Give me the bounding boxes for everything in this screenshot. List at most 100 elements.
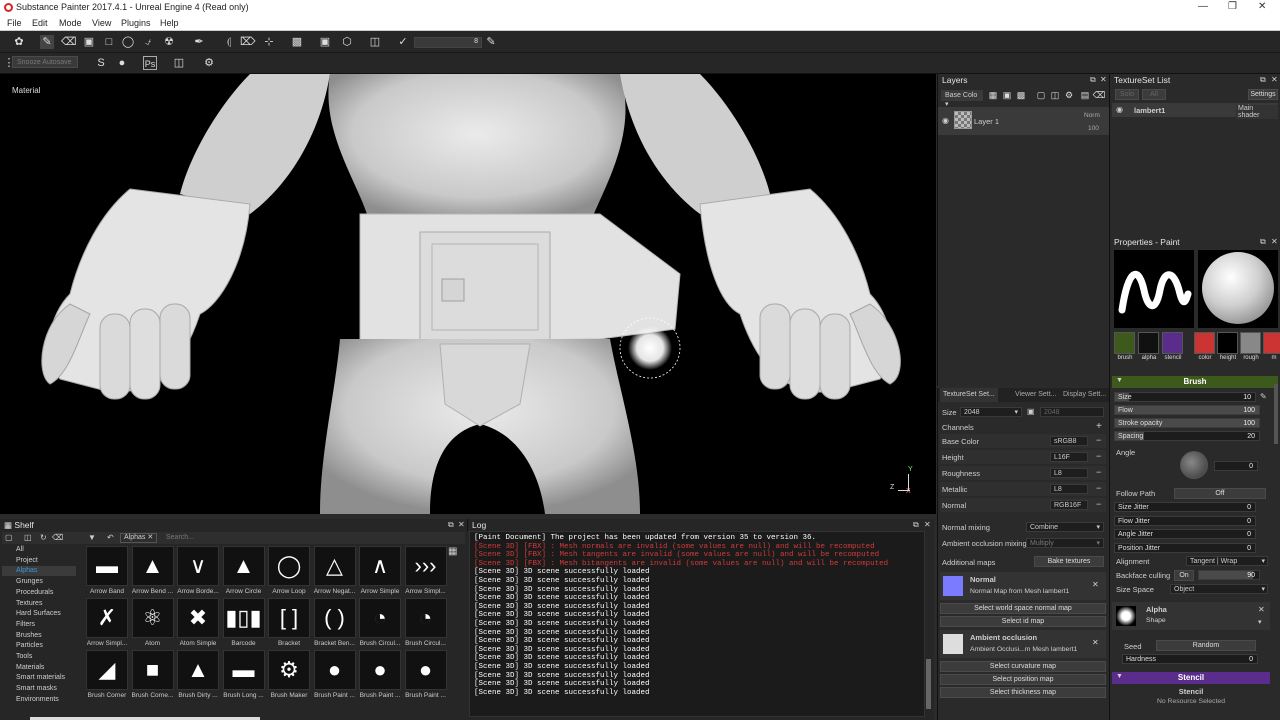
snooze-autosave-button[interactable]: Snooze Autosave — [12, 56, 78, 68]
select-curvature-button[interactable]: Select curvature map — [940, 661, 1106, 672]
substance-icon[interactable]: S — [94, 56, 108, 70]
add-fill-icon[interactable]: ▣ — [1000, 88, 1014, 102]
shelf-category-item[interactable]: Materials — [2, 663, 76, 673]
shelf-thumbnail[interactable]: △ — [313, 546, 356, 586]
layer-blend-mode[interactable]: Norm — [1084, 112, 1100, 119]
size-space-dropdown[interactable]: Object ▾ — [1170, 584, 1268, 594]
log-scrollbar[interactable] — [926, 659, 931, 709]
filter-tag-alphas[interactable]: Alphas ✕ — [120, 533, 158, 543]
normal-mixing-dropdown[interactable]: Combine ▾ — [1026, 522, 1104, 532]
shelf-thumbnail[interactable]: ■ — [131, 650, 174, 690]
select-position-button[interactable]: Select position map — [940, 674, 1106, 685]
tab-viewer-settings[interactable]: Viewer Sett... — [1015, 391, 1057, 398]
channel-dropdown[interactable]: Base Colo ▾ — [941, 90, 983, 108]
close-panel-icon[interactable]: ✕ — [458, 520, 465, 529]
plugin-icon[interactable]: ⚙ — [202, 56, 216, 70]
shelf-category-item[interactable]: Filters — [2, 620, 76, 630]
angle-value-field[interactable]: 0 — [1214, 461, 1258, 471]
ao-map-slot[interactable]: Ambient occlusion Ambient Occlusi...m Me… — [940, 630, 1106, 658]
texture-set-row[interactable]: ◉ lambert1 Main shader — [1112, 103, 1278, 119]
stroke-opacity-slider[interactable]: Stroke opacity 100 — [1114, 418, 1260, 428]
shelf-thumbnail[interactable]: ▬ — [222, 650, 265, 690]
toolbar-size-slider[interactable]: 8 — [414, 37, 482, 48]
shelf-thumbnail[interactable]: ⚛ — [131, 598, 174, 638]
spacing-slider[interactable]: Spacing 20 — [1114, 431, 1260, 441]
pen-pressure-icon[interactable]: ✎ — [1260, 392, 1267, 401]
delete-icon[interactable]: ⌫ — [52, 533, 63, 542]
shelf-thumbnail[interactable]: ● — [359, 650, 401, 690]
new-folder-icon[interactable]: ▢ — [5, 533, 13, 542]
remove-channel-icon[interactable]: − — [1096, 451, 1101, 461]
angle-dial[interactable] — [1180, 451, 1208, 479]
add-mask-icon[interactable]: ▩ — [1014, 88, 1028, 102]
menu-mode[interactable]: Mode — [59, 18, 82, 28]
undock-icon[interactable]: ⧉ — [448, 520, 454, 530]
view-icon[interactable]: ▣ — [318, 35, 332, 49]
slot-alpha[interactable] — [1138, 332, 1159, 354]
tab-texture-set-settings[interactable]: TextureSet Set... — [940, 388, 998, 402]
gizmo-icon[interactable]: ✿ — [12, 35, 26, 49]
size-dropdown[interactable]: 2048 ▾ — [960, 407, 1022, 417]
smudge-icon[interactable]: ◯ — [121, 35, 135, 49]
add-folder-icon[interactable]: ▢ — [1034, 88, 1048, 102]
shelf-thumbnail[interactable]: ▬ — [86, 546, 128, 586]
shelf-category-item[interactable]: All — [2, 545, 76, 555]
export-icon[interactable]: ◫ — [172, 56, 186, 70]
channel-format-dropdown[interactable]: sRGB8 — [1050, 436, 1088, 446]
shelf-thumbnail[interactable]: ● — [313, 650, 356, 690]
shelf-thumbnail[interactable]: ⚙ — [268, 650, 310, 690]
solo-button[interactable]: Solo — [1115, 89, 1139, 100]
remove-channel-icon[interactable]: − — [1096, 467, 1101, 477]
alpha-slot[interactable]: Alpha Shape ✕ ▾ — [1112, 602, 1270, 630]
shelf-thumbnail[interactable]: ◔ — [359, 598, 401, 638]
shelf-category-item[interactable]: Textures — [2, 599, 76, 609]
eraser-icon[interactable]: ⌫ — [61, 35, 77, 49]
shelf-category-item[interactable]: Particles — [2, 641, 76, 651]
channel-format-dropdown[interactable]: RGB16F — [1050, 500, 1088, 510]
all-button[interactable]: All — [1142, 89, 1166, 100]
polygon-fill-icon[interactable]: □ — [102, 35, 116, 49]
shelf-category-item[interactable]: Hard Surfaces — [2, 609, 76, 619]
undock-icon[interactable]: ⧉ — [1260, 237, 1266, 247]
import-icon[interactable]: ◫ — [24, 533, 32, 542]
follow-path-toggle[interactable]: Off — [1174, 488, 1266, 499]
menu-edit[interactable]: Edit — [32, 18, 48, 28]
close-icon[interactable]: ✕ — [1258, 1, 1266, 12]
menu-plugins[interactable]: Plugins — [121, 18, 151, 28]
shelf-thumbnail[interactable]: ◔ — [404, 598, 447, 638]
shelf-thumbnail[interactable]: ∨ — [177, 546, 219, 586]
undock-icon[interactable]: ⧉ — [1260, 75, 1266, 85]
jitter-slider[interactable]: Flow Jitter 0 — [1114, 515, 1256, 526]
color-picker-icon[interactable]: ✒ — [192, 35, 206, 49]
layer-opacity[interactable]: 100 — [1088, 125, 1099, 132]
shelf-thumbnail[interactable]: ● — [404, 650, 447, 690]
add-channel-icon[interactable]: + — [1096, 421, 1102, 432]
remove-channel-icon[interactable]: − — [1096, 483, 1101, 493]
menu-file[interactable]: File — [7, 18, 22, 28]
undock-icon[interactable]: ⧉ — [1090, 75, 1096, 85]
shelf-thumbnail[interactable]: ▲ — [131, 546, 174, 586]
jitter-slider[interactable]: Angle Jitter 0 — [1114, 529, 1256, 539]
layer-row[interactable]: ◉ Layer 1 Norm 100 — [938, 107, 1110, 135]
undo-icon[interactable]: ↶ — [107, 533, 114, 542]
select-id-map-button[interactable]: Select id map — [940, 616, 1106, 627]
paint-effect-icon[interactable]: ⚙ — [1062, 88, 1076, 102]
remove-alpha-icon[interactable]: ✕ — [1258, 605, 1265, 614]
shelf-thumbnail[interactable]: ◯ — [268, 546, 310, 586]
add-layer-icon[interactable]: ▦ — [986, 88, 1000, 102]
shelf-thumbnail[interactable]: ∧ — [359, 546, 401, 586]
effects-icon[interactable]: ◫ — [1048, 88, 1062, 102]
sphere-icon[interactable]: ● — [115, 56, 129, 70]
stencil-section-header[interactable]: ▼ Stencil — [1112, 672, 1270, 684]
shelf-thumbnail[interactable]: ✖ — [177, 598, 219, 638]
jitter-slider[interactable]: Position Jitter 0 — [1114, 542, 1256, 553]
refresh-icon[interactable]: ↻ — [40, 533, 47, 542]
remove-ao-map-icon[interactable]: ✕ — [1092, 638, 1099, 647]
layer-name[interactable]: Layer 1 — [974, 117, 999, 126]
close-panel-icon[interactable]: ✕ — [1100, 75, 1107, 84]
viewport-3d[interactable]: Material Z Y X — [0, 74, 936, 514]
shelf-category-item[interactable]: Tools — [2, 652, 76, 662]
restore-icon[interactable]: ❐ — [1228, 1, 1237, 12]
seed-random-button[interactable]: Random — [1156, 640, 1256, 651]
select-thickness-button[interactable]: Select thickness map — [940, 687, 1106, 698]
